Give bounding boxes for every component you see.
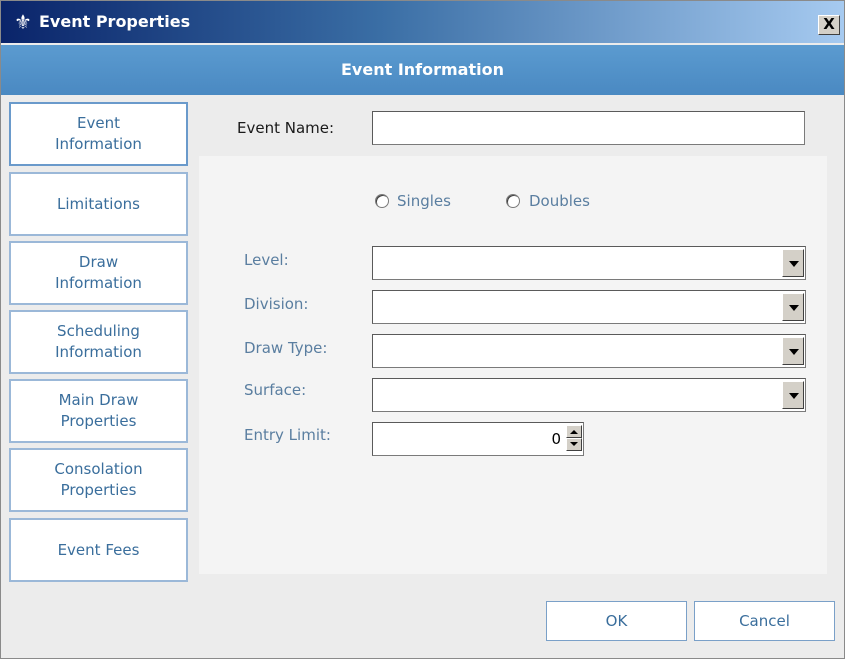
- tennis-player-icon: ⚜: [14, 10, 32, 34]
- nav-event-fees[interactable]: Event Fees: [9, 518, 188, 582]
- section-header: Event Information: [1, 45, 844, 95]
- entry-limit-label: Entry Limit:: [244, 426, 331, 444]
- close-button[interactable]: X: [818, 15, 840, 35]
- level-label: Level:: [244, 251, 289, 269]
- draw-type-label: Draw Type:: [244, 339, 328, 357]
- ok-button[interactable]: OK: [546, 601, 687, 641]
- surface-select[interactable]: [372, 378, 806, 412]
- cancel-button[interactable]: Cancel: [694, 601, 835, 641]
- chevron-down-icon[interactable]: [782, 381, 804, 409]
- nav-scheduling-information[interactable]: Scheduling Information: [9, 310, 188, 374]
- nav-event-information[interactable]: Event Information: [9, 102, 188, 166]
- nav-consolation-properties[interactable]: Consolation Properties: [9, 448, 188, 512]
- level-select[interactable]: [372, 246, 806, 280]
- entry-limit-value: 0: [551, 430, 561, 448]
- draw-type-select[interactable]: [372, 334, 806, 368]
- doubles-radio[interactable]: [506, 194, 520, 208]
- surface-label: Surface:: [244, 381, 307, 399]
- division-select[interactable]: [372, 290, 806, 324]
- spin-down-icon[interactable]: [566, 438, 582, 451]
- window-title: Event Properties: [39, 12, 191, 31]
- chevron-down-icon[interactable]: [782, 337, 804, 365]
- spin-up-icon[interactable]: [566, 425, 582, 438]
- singles-radio[interactable]: [375, 194, 389, 208]
- division-label: Division:: [244, 295, 309, 313]
- chevron-down-icon[interactable]: [782, 249, 804, 277]
- doubles-radio-label[interactable]: Doubles: [529, 192, 590, 210]
- singles-radio-label[interactable]: Singles: [397, 192, 451, 210]
- chevron-down-icon[interactable]: [782, 293, 804, 321]
- nav-draw-information[interactable]: Draw Information: [9, 241, 188, 305]
- event-name-input[interactable]: [372, 111, 805, 145]
- entry-limit-stepper[interactable]: 0: [372, 422, 584, 456]
- nav-limitations[interactable]: Limitations: [9, 172, 188, 236]
- nav-main-draw-properties[interactable]: Main Draw Properties: [9, 379, 188, 443]
- event-name-label: Event Name:: [237, 119, 335, 137]
- event-properties-window: ⚜ Event Properties X Event Information E…: [0, 0, 845, 659]
- title-bar[interactable]: ⚜ Event Properties X: [1, 1, 844, 43]
